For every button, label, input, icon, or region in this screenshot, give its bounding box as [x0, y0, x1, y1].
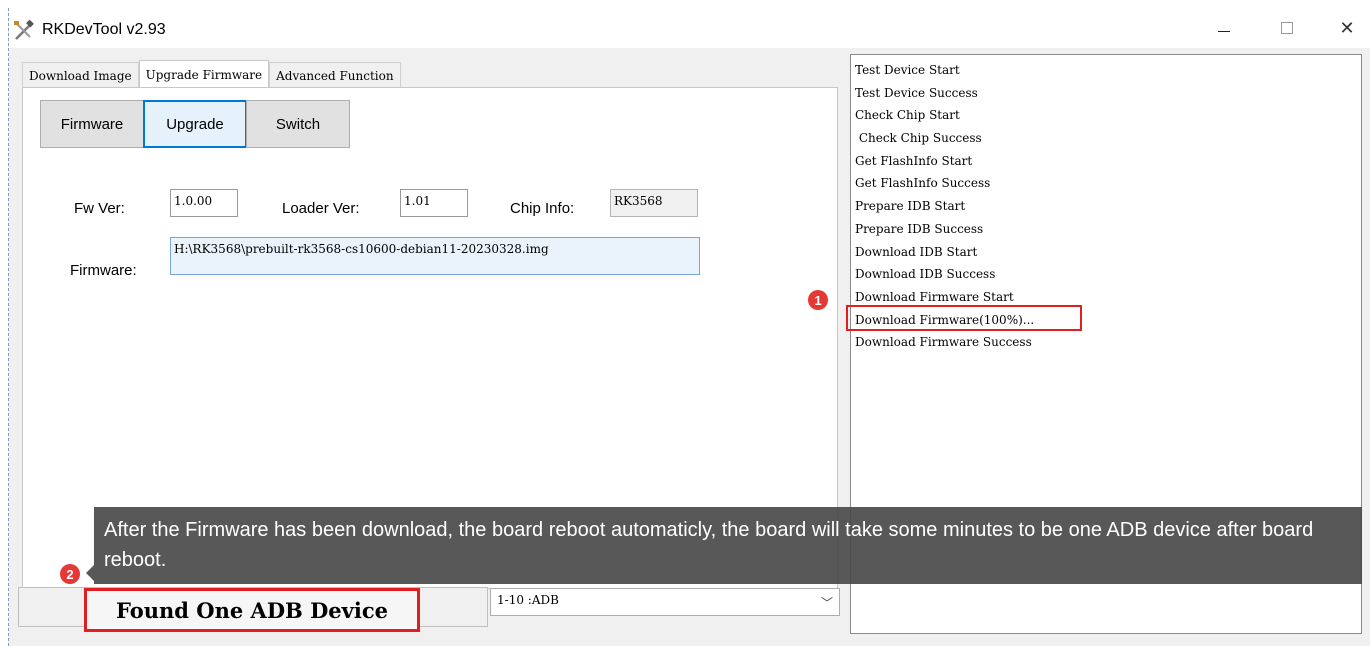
firmware-path-input[interactable]: H:\RK3568\prebuilt-rk3568-cs10600-debian… — [170, 237, 700, 275]
upgrade-button[interactable]: Upgrade — [143, 100, 247, 148]
log-line: Check Chip Start — [855, 108, 960, 123]
log-line: Test Device Success — [855, 85, 978, 100]
loader-ver-label: Loader Ver: — [282, 200, 360, 217]
window-title: RKDevTool v2.93 — [42, 21, 166, 38]
log-line: Get FlashInfo Start — [855, 153, 973, 168]
device-status-text: Found One ADB Device — [84, 588, 420, 632]
annotation-tooltip: After the Firmware has been download, th… — [94, 507, 1362, 584]
log-line: Download IDB Start — [855, 244, 978, 259]
switch-button[interactable]: Switch — [246, 100, 350, 148]
maximize-button[interactable] — [1264, 8, 1310, 48]
title-bar: RKDevTool v2.93 ✕ — [9, 8, 1370, 48]
log-line: Test Device Start — [855, 63, 960, 77]
loader-ver-field: 1.01 — [400, 189, 468, 217]
close-icon: ✕ — [1339, 17, 1355, 38]
log-line: Get FlashInfo Success — [855, 176, 991, 191]
tab-download-image[interactable]: Download Image — [22, 62, 139, 88]
fw-ver-label: Fw Ver: — [74, 200, 125, 217]
minimize-icon — [1218, 30, 1230, 32]
chip-info-label: Chip Info: — [510, 200, 575, 217]
close-button[interactable]: ✕ — [1324, 8, 1370, 48]
firmware-path-label: Firmware: — [70, 262, 137, 279]
log-line: Download Firmware Success — [855, 335, 1032, 350]
log-highlight-box — [846, 305, 1082, 331]
tab-bar: Download Image Upgrade Firmware Advanced… — [22, 60, 401, 88]
annotation-badge-1: 1 — [808, 290, 828, 310]
device-select-value: 1-10 :ADB — [497, 593, 559, 607]
chip-info-field: RK3568 — [610, 189, 698, 217]
chevron-down-icon: ﹀ — [820, 596, 833, 610]
tooltip-tail — [86, 565, 94, 581]
log-line: Prepare IDB Success — [855, 221, 984, 236]
device-select[interactable]: 1-10 :ADB ﹀ — [490, 588, 840, 616]
annotation-badge-2: 2 — [60, 564, 80, 584]
log-line: Prepare IDB Start — [855, 199, 966, 214]
log-line: Check Chip Success — [855, 131, 982, 146]
tab-advanced-function[interactable]: Advanced Function — [269, 62, 401, 88]
tab-upgrade-firmware[interactable]: Upgrade Firmware — [138, 60, 270, 88]
maximize-icon — [1281, 22, 1293, 34]
fw-ver-field: 1.0.00 — [170, 189, 238, 217]
minimize-button[interactable] — [1201, 8, 1247, 48]
log-line: Download IDB Success — [855, 267, 996, 282]
firmware-button[interactable]: Firmware — [40, 100, 144, 148]
tools-icon — [14, 20, 34, 40]
